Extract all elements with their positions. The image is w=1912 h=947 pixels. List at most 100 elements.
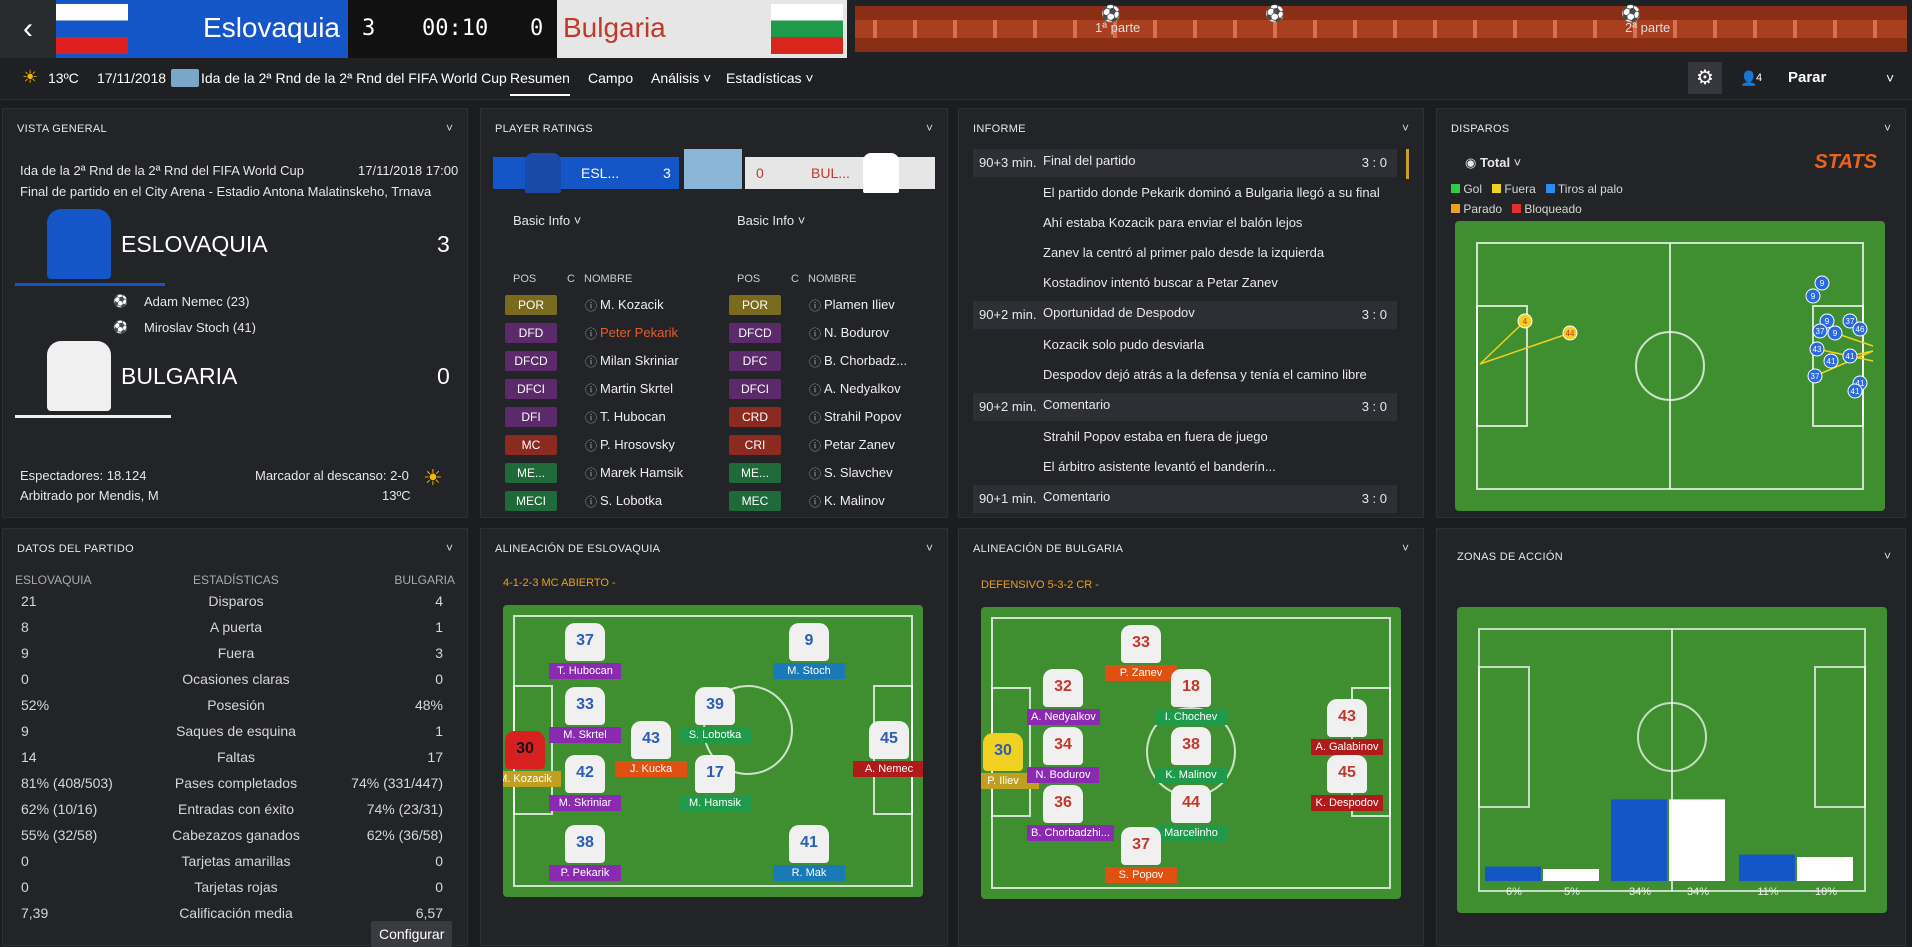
back-arrow-icon[interactable]: ‹ bbox=[0, 0, 56, 58]
player-name-label[interactable]: B. Chorbadzhi... bbox=[1027, 825, 1114, 841]
tab-analisis[interactable]: Análisis ˅ bbox=[651, 70, 711, 86]
player-shirt-icon[interactable]: 39 bbox=[695, 687, 735, 725]
player-shirt-icon[interactable]: 43 bbox=[631, 721, 671, 759]
report-event-header[interactable]: 90+1 min. Comentario 3 : 0 bbox=[973, 485, 1397, 513]
player-name-label[interactable]: S. Popov bbox=[1105, 867, 1177, 883]
player-shirt-icon[interactable]: 33 bbox=[565, 687, 605, 725]
player-name[interactable]: Martin Skrtel bbox=[600, 381, 673, 396]
player-shirt-icon[interactable]: 45 bbox=[869, 721, 909, 759]
player-shirt-icon[interactable]: 9 bbox=[789, 623, 829, 661]
player-name-label[interactable]: P. Pekarik bbox=[549, 865, 621, 881]
player-name-label[interactable]: M. Stoch bbox=[773, 663, 845, 679]
info-icon[interactable]: ⓘ bbox=[809, 493, 821, 510]
player-name[interactable]: A. Nedyalkov bbox=[824, 381, 901, 396]
player-name-label[interactable]: A. Galabinov bbox=[1311, 739, 1383, 755]
player-shirt-icon[interactable]: 45 bbox=[1327, 755, 1367, 793]
info-icon[interactable]: ⓘ bbox=[585, 465, 597, 482]
chevron-down-icon[interactable]: ˅ bbox=[446, 541, 453, 555]
player-shirt-icon[interactable]: 34 bbox=[1043, 727, 1083, 765]
shots-pitch[interactable]: 4 44 9 9 37 9 37 46 41 41 43 37 41 41 9 bbox=[1455, 221, 1885, 511]
player-name-label[interactable]: K. Malinov bbox=[1155, 767, 1227, 783]
info-icon[interactable]: ⓘ bbox=[809, 381, 821, 398]
player-shirt-icon[interactable]: 43 bbox=[1327, 699, 1367, 737]
info-icon[interactable]: ⓘ bbox=[809, 325, 821, 342]
player-shirt-icon[interactable]: 38 bbox=[565, 825, 605, 863]
player-name-label[interactable]: S. Lobotka bbox=[679, 727, 751, 743]
col-name-away[interactable]: NOMBRE bbox=[808, 273, 856, 285]
player-name-label[interactable]: M. Hamsik bbox=[679, 795, 751, 811]
player-name[interactable]: Plamen Iliev bbox=[824, 297, 895, 312]
chevron-down-icon[interactable]: ˅ bbox=[446, 121, 453, 135]
gear-icon[interactable]: ⚙ bbox=[1688, 62, 1722, 94]
player-name[interactable]: Peter Pekarik bbox=[600, 325, 678, 340]
report-event-header[interactable]: 90+2 min. Comentario 3 : 0 bbox=[973, 393, 1397, 421]
player-name[interactable]: Petar Zanev bbox=[824, 437, 895, 452]
info-icon[interactable]: ⓘ bbox=[809, 353, 821, 370]
chevron-down-icon[interactable]: ˅ bbox=[926, 541, 933, 555]
info-icon[interactable]: ⓘ bbox=[585, 437, 597, 454]
info-icon[interactable]: ⓘ bbox=[809, 409, 821, 426]
col-pos-home[interactable]: POS bbox=[513, 273, 536, 285]
info-icon[interactable]: ⓘ bbox=[585, 297, 597, 314]
player-shirt-icon[interactable]: 30 bbox=[983, 733, 1023, 771]
player-name[interactable]: Marek Hamsik bbox=[600, 465, 683, 480]
player-name-label[interactable]: Marcelinho bbox=[1155, 825, 1227, 841]
info-icon[interactable]: ⓘ bbox=[585, 409, 597, 426]
report-scrollbar[interactable] bbox=[1406, 149, 1409, 179]
player-name[interactable]: Milan Skriniar bbox=[600, 353, 679, 368]
player-shirt-icon[interactable]: 42 bbox=[565, 755, 605, 793]
player-name-label[interactable]: R. Mak bbox=[773, 865, 845, 881]
player-shirt-icon[interactable]: 36 bbox=[1043, 785, 1083, 823]
player-name-label[interactable]: M. Kozacik bbox=[503, 771, 561, 787]
info-icon[interactable]: ⓘ bbox=[585, 353, 597, 370]
chevron-down-icon[interactable]: ˅ bbox=[926, 121, 933, 135]
match-timeline[interactable]: 1ª parte 2ª parte ⚽ ⚽ ⚽ bbox=[855, 6, 1907, 52]
player-shirt-icon[interactable]: 41 bbox=[789, 825, 829, 863]
player-name[interactable]: Strahil Popov bbox=[824, 409, 901, 424]
player-name-label[interactable]: J. Kucka bbox=[615, 761, 687, 777]
player-name-label[interactable]: M. Skrtel bbox=[549, 727, 621, 743]
configure-button[interactable]: Configurar bbox=[371, 921, 453, 947]
info-icon[interactable]: ⓘ bbox=[585, 493, 597, 510]
player-name-label[interactable]: A. Nemec bbox=[853, 761, 923, 777]
info-icon[interactable]: ⓘ bbox=[585, 381, 597, 398]
player-shirt-icon[interactable]: 44 bbox=[1171, 785, 1211, 823]
player-name[interactable]: S. Slavchev bbox=[824, 465, 893, 480]
stop-button[interactable]: Parar bbox=[1788, 69, 1826, 86]
player-name-label[interactable]: M. Skriniar bbox=[549, 795, 621, 811]
player-shirt-icon[interactable]: 37 bbox=[1121, 827, 1161, 865]
tab-estadisticas[interactable]: Estadísticas ˅ bbox=[726, 70, 814, 86]
chevron-down-icon[interactable]: ˅ bbox=[1886, 70, 1894, 86]
col-pos-away[interactable]: POS bbox=[737, 273, 760, 285]
player-name[interactable]: B. Chorbadz... bbox=[824, 353, 907, 368]
info-icon[interactable]: ⓘ bbox=[809, 465, 821, 482]
player-shirt-icon[interactable]: 37 bbox=[565, 623, 605, 661]
player-shirt-icon[interactable]: 33 bbox=[1121, 625, 1161, 663]
chevron-down-icon[interactable]: ˅ bbox=[1884, 121, 1891, 135]
player-name[interactable]: M. Kozacik bbox=[600, 297, 664, 312]
player-name-label[interactable]: I. Chochev bbox=[1155, 709, 1227, 725]
player-shirt-icon[interactable]: 38 bbox=[1171, 727, 1211, 765]
chevron-down-icon[interactable]: ˅ bbox=[1402, 541, 1409, 555]
player-shirt-icon[interactable]: 32 bbox=[1043, 669, 1083, 707]
player-name[interactable]: P. Hrosovsky bbox=[600, 437, 675, 452]
player-name-label[interactable]: A. Nedyalkov bbox=[1027, 709, 1100, 725]
player-shirt-icon[interactable]: 30 bbox=[505, 731, 545, 769]
away-basic-info-dropdown[interactable]: Basic Info ˅ bbox=[737, 213, 805, 228]
chevron-down-icon[interactable]: ˅ bbox=[1884, 549, 1891, 563]
col-name-home[interactable]: NOMBRE bbox=[584, 273, 632, 285]
info-icon[interactable]: ⓘ bbox=[809, 297, 821, 314]
home-basic-info-dropdown[interactable]: Basic Info ˅ bbox=[513, 213, 581, 228]
player-name-label[interactable]: T. Hubocan bbox=[549, 663, 621, 679]
player-name-label[interactable]: K. Despodov bbox=[1311, 795, 1383, 811]
tab-resumen[interactable]: Resumen bbox=[510, 70, 570, 96]
chevron-down-icon[interactable]: ˅ bbox=[1402, 121, 1409, 135]
tab-campo[interactable]: Campo bbox=[588, 70, 633, 86]
report-event-header[interactable]: 90+3 min. Final del partido 3 : 0 bbox=[973, 149, 1397, 177]
player-shirt-icon[interactable]: 17 bbox=[695, 755, 735, 793]
info-icon[interactable]: ⓘ bbox=[585, 325, 597, 342]
info-icon[interactable]: ⓘ bbox=[809, 437, 821, 454]
player-name[interactable]: S. Lobotka bbox=[600, 493, 662, 508]
player-name-label[interactable]: P. Zanev bbox=[1105, 665, 1177, 681]
player-shirt-icon[interactable]: 18 bbox=[1171, 669, 1211, 707]
